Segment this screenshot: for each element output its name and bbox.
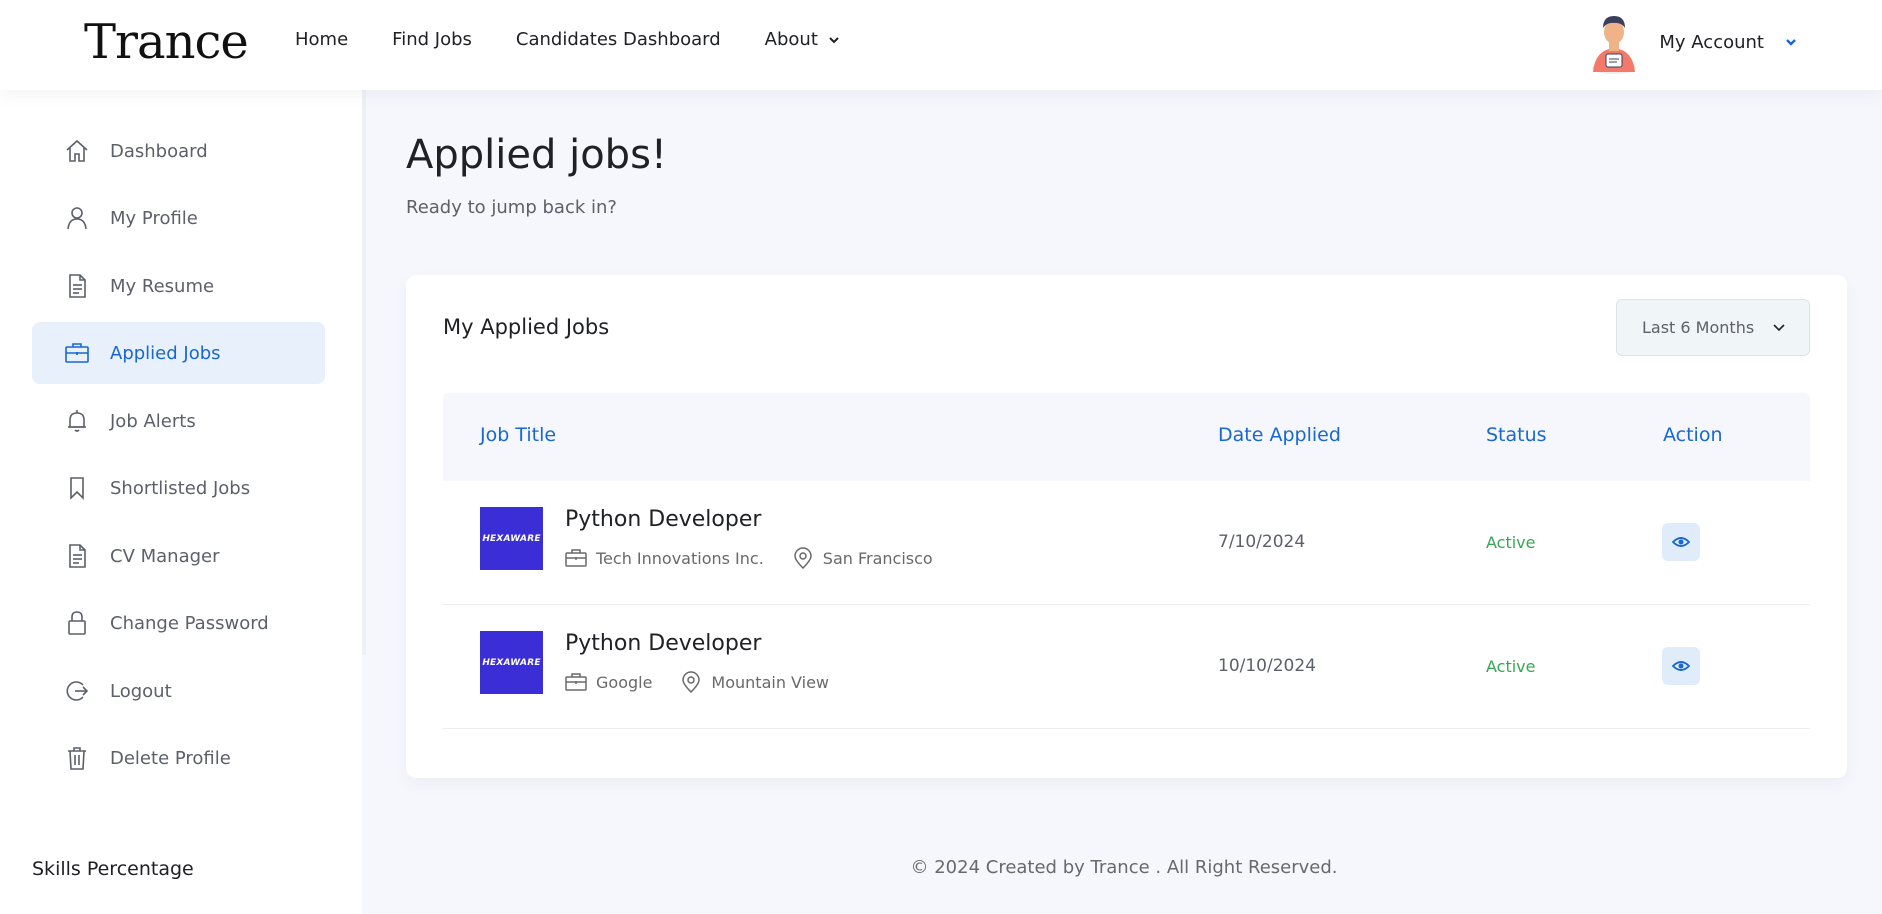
job-title[interactable]: Python Developer bbox=[565, 631, 761, 656]
nav-about-label: About bbox=[764, 29, 818, 50]
column-header-job-title: Job Title bbox=[480, 424, 557, 446]
view-application-button[interactable] bbox=[1662, 647, 1700, 685]
trash-icon bbox=[64, 745, 90, 771]
job-meta: Tech Innovations Inc. San Francisco bbox=[565, 547, 933, 569]
applied-jobs-card: My Applied Jobs Last 6 Months Job Title … bbox=[406, 275, 1847, 778]
view-application-button[interactable] bbox=[1662, 523, 1700, 561]
nav-find-jobs-label: Find Jobs bbox=[392, 29, 472, 50]
logout-icon bbox=[64, 678, 90, 704]
date-applied: 10/10/2024 bbox=[1218, 656, 1316, 676]
date-applied: 7/10/2024 bbox=[1218, 532, 1306, 552]
sidebar-item-label: Delete Profile bbox=[110, 747, 231, 769]
chevron-down-icon bbox=[1786, 39, 1796, 46]
company-logo-text: HEXAWARE bbox=[482, 533, 541, 544]
sidebar-item-label: Change Password bbox=[110, 612, 269, 634]
job-location: Mountain View bbox=[711, 672, 830, 692]
briefcase-icon bbox=[64, 340, 90, 366]
account-menu[interactable]: My Account bbox=[1589, 10, 1798, 74]
sidebar-item-label: Logout bbox=[110, 680, 172, 702]
sidebar-item-label: CV Manager bbox=[110, 545, 220, 567]
site-logo[interactable]: Trance bbox=[84, 14, 249, 70]
nav-home[interactable]: Home bbox=[295, 29, 348, 50]
column-header-status: Status bbox=[1486, 424, 1547, 446]
job-meta: Google Mountain View bbox=[565, 671, 829, 693]
chevron-down-icon bbox=[829, 36, 839, 43]
sidebar-item-delete-profile[interactable]: Delete Profile bbox=[32, 727, 325, 789]
job-location: San Francisco bbox=[822, 548, 933, 568]
table-header: Job Title Date Applied Status Action bbox=[443, 393, 1810, 481]
company-logo: HEXAWARE bbox=[480, 631, 543, 694]
nav-home-label: Home bbox=[295, 29, 349, 50]
sidebar-item-label: Job Alerts bbox=[110, 410, 196, 432]
sidebar-item-dashboard[interactable]: Dashboard bbox=[32, 120, 325, 182]
home-icon bbox=[64, 138, 90, 164]
sidebar-item-my-profile[interactable]: My Profile bbox=[32, 187, 325, 249]
page-title: Applied jobs! bbox=[406, 132, 667, 178]
company-name: Tech Innovations Inc. bbox=[596, 548, 764, 568]
main-nav: Home Find Jobs Candidates Dashboard Abou… bbox=[295, 29, 840, 50]
card-title: My Applied Jobs bbox=[443, 315, 610, 339]
sidebar-item-job-alerts[interactable]: Job Alerts bbox=[32, 390, 325, 452]
nav-candidates-dashboard[interactable]: Candidates Dashboard bbox=[516, 29, 721, 50]
sidebar-item-cv-manager[interactable]: CV Manager bbox=[32, 525, 325, 587]
column-header-action: Action bbox=[1663, 424, 1723, 446]
sidebar-item-my-resume[interactable]: My Resume bbox=[32, 255, 325, 317]
sidebar-scrollbar[interactable] bbox=[362, 90, 366, 655]
status-badge: Active bbox=[1486, 533, 1536, 552]
briefcase-icon bbox=[565, 549, 587, 567]
briefcase-icon bbox=[565, 673, 587, 691]
location-pin-icon bbox=[794, 547, 812, 569]
nav-about[interactable]: About bbox=[765, 29, 840, 50]
user-icon bbox=[64, 205, 90, 231]
document-icon bbox=[64, 543, 90, 569]
bell-icon bbox=[64, 408, 90, 434]
sidebar-item-label: My Resume bbox=[110, 275, 215, 297]
company-name: Google bbox=[596, 672, 653, 692]
skills-percentage-title: Skills Percentage bbox=[32, 858, 194, 880]
footer-copyright: © 2024 Created by Trance . All Right Res… bbox=[910, 857, 1338, 878]
sidebar-item-applied-jobs[interactable]: Applied Jobs bbox=[32, 322, 325, 384]
bookmark-icon bbox=[64, 475, 90, 501]
sidebar-item-logout[interactable]: Logout bbox=[32, 660, 325, 722]
period-filter-value: Last 6 Months bbox=[1642, 318, 1755, 337]
sidebar-item-label: Shortlisted Jobs bbox=[110, 477, 251, 499]
eye-icon bbox=[1672, 537, 1690, 547]
job-title[interactable]: Python Developer bbox=[565, 507, 761, 532]
avatar bbox=[1592, 16, 1637, 74]
chevron-down-icon bbox=[1773, 323, 1785, 331]
nav-find-jobs[interactable]: Find Jobs bbox=[392, 29, 472, 50]
sidebar-item-change-password[interactable]: Change Password bbox=[32, 592, 325, 654]
top-header: Trance Home Find Jobs Candidates Dashboa… bbox=[0, 0, 1882, 90]
period-filter-select[interactable]: Last 6 Months bbox=[1616, 299, 1810, 356]
document-icon bbox=[64, 273, 90, 299]
page-subtitle: Ready to jump back in? bbox=[406, 197, 617, 218]
eye-icon bbox=[1672, 661, 1690, 671]
table-row: HEXAWARE Python Developer Google Mountai… bbox=[443, 605, 1810, 729]
lock-icon bbox=[64, 610, 90, 636]
account-label: My Account bbox=[1659, 31, 1764, 53]
company-logo: HEXAWARE bbox=[480, 507, 543, 570]
location-pin-icon bbox=[682, 671, 701, 693]
status-badge: Active bbox=[1486, 657, 1536, 676]
sidebar-item-label: My Profile bbox=[110, 207, 198, 229]
table-row: HEXAWARE Python Developer Tech Innovatio… bbox=[443, 481, 1810, 605]
sidebar-item-shortlisted-jobs[interactable]: Shortlisted Jobs bbox=[32, 457, 325, 519]
company-logo-text: HEXAWARE bbox=[482, 657, 541, 668]
sidebar-item-label: Dashboard bbox=[110, 140, 208, 162]
column-header-date-applied: Date Applied bbox=[1218, 424, 1341, 446]
nav-candidates-dashboard-label: Candidates Dashboard bbox=[515, 29, 721, 50]
sidebar-item-label: Applied Jobs bbox=[110, 342, 221, 364]
